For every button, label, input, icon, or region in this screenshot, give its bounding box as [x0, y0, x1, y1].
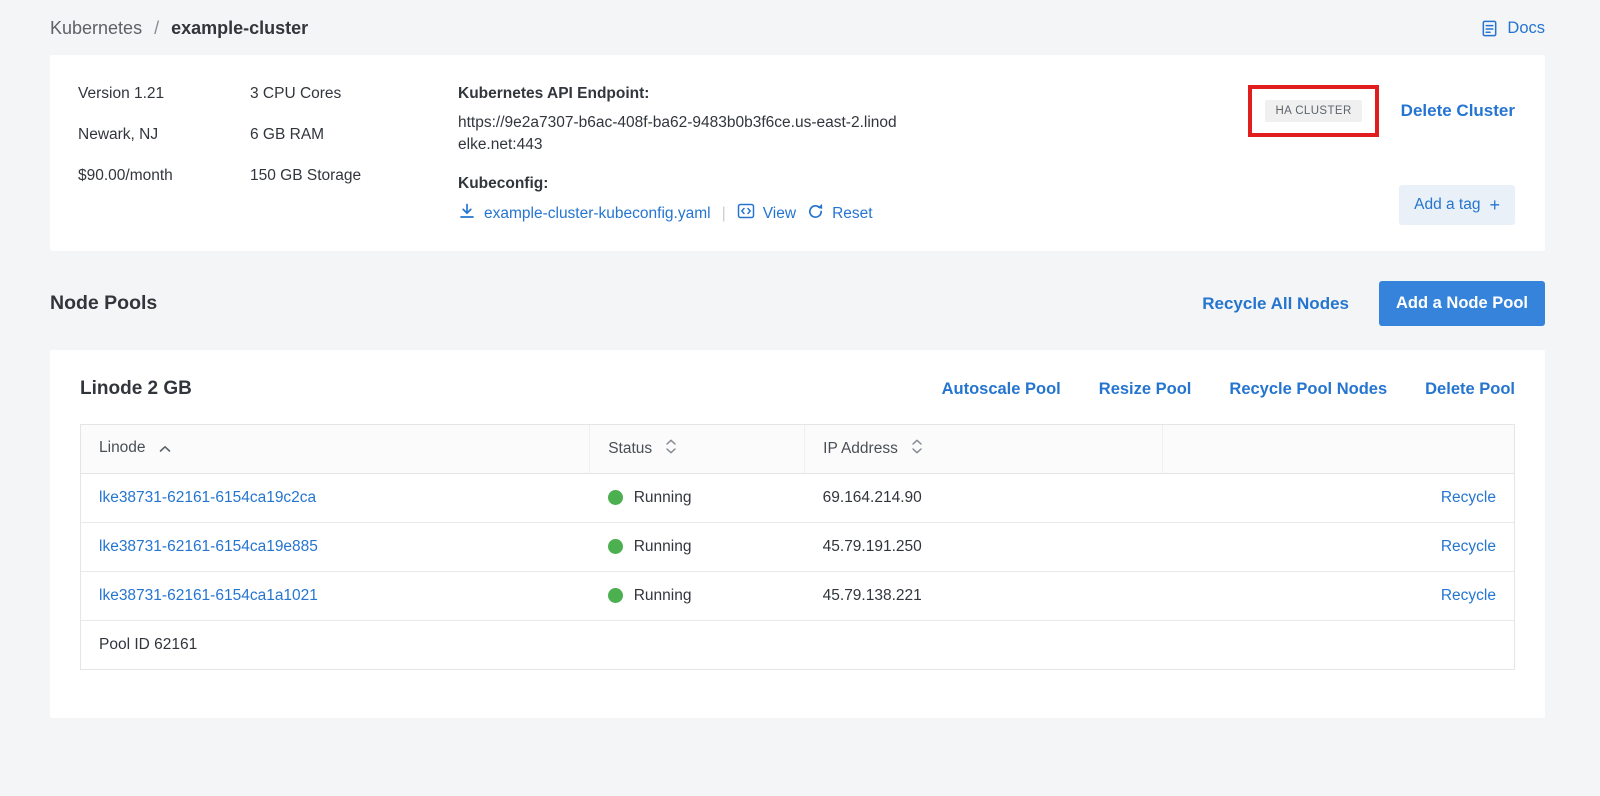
page: Kubernetes / example-cluster Docs Versio…: [0, 0, 1600, 718]
pool-id-label: Pool ID 62161: [99, 636, 197, 653]
breadcrumb-cluster-name: example-cluster: [171, 18, 308, 38]
node-pools-title: Node Pools: [50, 292, 157, 315]
status-badge: Running: [608, 587, 787, 605]
recycle-all-nodes-button[interactable]: Recycle All Nodes: [1202, 294, 1349, 314]
nodes-table: Linode Status IP Address: [80, 424, 1515, 670]
status-label: Running: [634, 538, 692, 556]
kubeconfig-actions: example-cluster-kubeconfig.yaml | View: [458, 202, 928, 225]
status-dot-icon: [608, 539, 623, 554]
spec-region: Newark, NJ: [78, 126, 250, 144]
column-header-linode[interactable]: Linode: [81, 425, 590, 473]
node-link[interactable]: lke38731-62161-6154ca1a1021: [99, 587, 318, 604]
kubeconfig-filename: example-cluster-kubeconfig.yaml: [484, 205, 711, 223]
kubeconfig-reset-link[interactable]: Reset: [807, 203, 873, 225]
table-row: lke38731-62161-6154ca19c2ca Running 69.1…: [81, 473, 1514, 522]
node-link[interactable]: lke38731-62161-6154ca19c2ca: [99, 489, 316, 506]
status-badge: Running: [608, 489, 787, 507]
kubeconfig-label: Kubeconfig:: [458, 175, 928, 193]
status-header-label: Status: [608, 440, 652, 457]
kubeconfig-download-link[interactable]: example-cluster-kubeconfig.yaml: [458, 202, 711, 225]
recycle-node-button[interactable]: Recycle: [1441, 538, 1496, 555]
ha-cluster-annotation: HA CLUSTER: [1248, 85, 1378, 137]
status-label: Running: [634, 587, 692, 605]
reset-label: Reset: [832, 205, 873, 223]
status-dot-icon: [608, 490, 623, 505]
pool-id-row: Pool ID 62161: [81, 620, 1514, 669]
view-label: View: [763, 205, 796, 223]
docs-label: Docs: [1507, 19, 1545, 38]
pool-name: Linode 2 GB: [80, 378, 192, 400]
table-row: lke38731-62161-6154ca19e885 Running 45.7…: [81, 522, 1514, 571]
add-tag-button[interactable]: Add a tag +: [1399, 185, 1515, 225]
breadcrumb: Kubernetes / example-cluster: [50, 18, 308, 39]
recycle-pool-nodes-button[interactable]: Recycle Pool Nodes: [1229, 380, 1387, 399]
delete-cluster-button[interactable]: Delete Cluster: [1401, 101, 1515, 121]
reset-icon: [807, 203, 824, 225]
pool-actions: Autoscale Pool Resize Pool Recycle Pool …: [942, 380, 1515, 399]
kubeconfig-view-link[interactable]: View: [737, 202, 796, 225]
ha-cluster-chip: HA CLUSTER: [1265, 100, 1361, 122]
column-header-actions: [1163, 425, 1514, 473]
status-label: Running: [634, 489, 692, 507]
code-view-icon: [737, 202, 755, 225]
node-ip: 69.164.214.90: [823, 489, 922, 506]
node-ip: 45.79.191.250: [823, 538, 922, 555]
column-header-status[interactable]: Status: [590, 425, 805, 473]
autoscale-pool-button[interactable]: Autoscale Pool: [942, 380, 1061, 399]
add-node-pool-button[interactable]: Add a Node Pool: [1379, 281, 1545, 326]
ha-row: HA CLUSTER Delete Cluster: [1248, 85, 1515, 137]
spec-ram: 6 GB RAM: [250, 126, 458, 144]
recycle-node-button[interactable]: Recycle: [1441, 489, 1496, 506]
recycle-node-button[interactable]: Recycle: [1441, 587, 1496, 604]
endpoint-block: Kubernetes API Endpoint: https://9e2a730…: [458, 85, 928, 225]
node-ip: 45.79.138.221: [823, 587, 922, 604]
download-icon: [458, 202, 476, 225]
node-pools-actions: Recycle All Nodes Add a Node Pool: [1202, 281, 1545, 326]
node-link[interactable]: lke38731-62161-6154ca19e885: [99, 538, 318, 555]
spec-cpu: 3 CPU Cores: [250, 85, 458, 103]
pool-header: Linode 2 GB Autoscale Pool Resize Pool R…: [80, 378, 1515, 400]
table-row: lke38731-62161-6154ca1a1021 Running 45.7…: [81, 571, 1514, 620]
linode-header-label: Linode: [99, 439, 146, 456]
resize-pool-button[interactable]: Resize Pool: [1099, 380, 1192, 399]
plus-icon: +: [1489, 198, 1500, 212]
docs-link[interactable]: Docs: [1480, 19, 1545, 38]
breadcrumb-kubernetes[interactable]: Kubernetes: [50, 18, 142, 38]
breadcrumb-separator: /: [154, 18, 159, 38]
node-pool-card: Linode 2 GB Autoscale Pool Resize Pool R…: [50, 350, 1545, 718]
summary-right: HA CLUSTER Delete Cluster Add a tag +: [1248, 85, 1515, 225]
spec-price: $90.00/month: [78, 167, 250, 185]
sort-up-down-icon: [911, 441, 923, 458]
docs-icon: [1480, 19, 1499, 38]
status-badge: Running: [608, 538, 787, 556]
spec-version: Version 1.21: [78, 85, 250, 103]
cluster-summary-card: Version 1.21 3 CPU Cores Newark, NJ 6 GB…: [50, 55, 1545, 251]
cluster-specs: Version 1.21 3 CPU Cores Newark, NJ 6 GB…: [78, 85, 458, 225]
delete-pool-button[interactable]: Delete Pool: [1425, 380, 1515, 399]
spec-storage: 150 GB Storage: [250, 167, 458, 185]
chevron-up-icon: [159, 440, 171, 457]
kubeconfig-divider: |: [722, 205, 726, 223]
status-dot-icon: [608, 588, 623, 603]
topbar: Kubernetes / example-cluster Docs: [50, 18, 1545, 39]
ip-header-label: IP Address: [823, 440, 898, 457]
sort-up-down-icon: [665, 441, 677, 458]
table-header-row: Linode Status IP Address: [81, 425, 1514, 473]
api-endpoint-url: https://9e2a7307-b6ac-408f-ba62-9483b0b3…: [458, 112, 898, 156]
api-endpoint-label: Kubernetes API Endpoint:: [458, 85, 928, 103]
node-pools-header: Node Pools Recycle All Nodes Add a Node …: [50, 281, 1545, 326]
add-tag-label: Add a tag: [1414, 196, 1480, 214]
column-header-ip[interactable]: IP Address: [805, 425, 1163, 473]
